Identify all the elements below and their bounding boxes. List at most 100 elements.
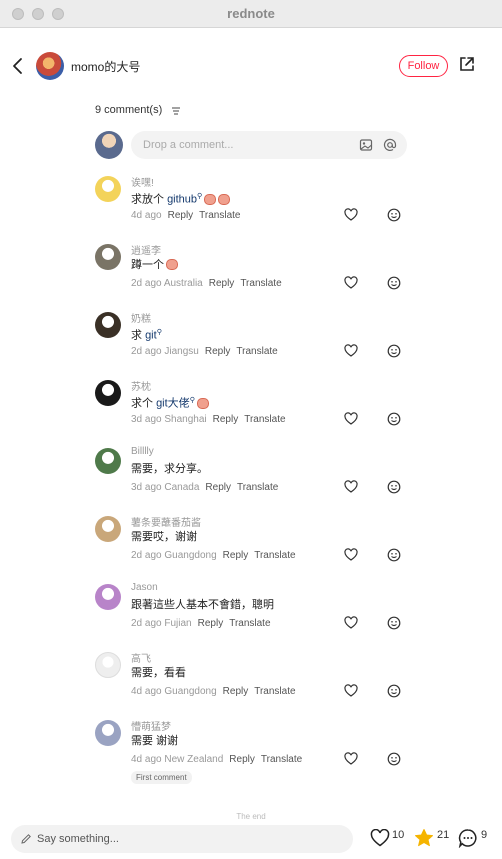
commenter-name[interactable]: 诶嘿! [131,174,154,189]
comment-meta: 2d ago Fujian Reply Translate [131,618,271,629]
commenter-avatar[interactable] [95,380,121,406]
comment-location: Jiangsu [164,346,199,357]
commenter-name[interactable]: Jason [131,582,158,593]
commenter-avatar[interactable] [95,584,121,610]
reaction-face-icon[interactable] [387,276,401,290]
comment-box[interactable] [131,131,407,159]
heart-icon[interactable] [344,616,358,629]
translate-button[interactable]: Translate [199,210,240,221]
author-name[interactable]: momo的大号 [71,58,140,75]
commenter-avatar[interactable] [95,448,121,474]
heart-icon[interactable] [344,548,358,561]
comment-input[interactable] [143,131,343,159]
heart-icon[interactable] [344,344,358,357]
heart-icon[interactable] [344,684,358,697]
commenter-avatar[interactable] [95,720,121,746]
say-box[interactable] [11,825,353,853]
translate-button[interactable]: Translate [244,414,285,425]
comment-text: 蹲一个 [131,258,178,272]
commenter-avatar[interactable] [95,652,121,678]
commenter-avatar[interactable] [95,176,121,202]
translate-button[interactable]: Translate [237,482,278,493]
reply-button[interactable]: Reply [205,346,231,357]
reaction-face-icon[interactable] [387,752,401,766]
comment-age: 2d ago [131,278,162,289]
commenter-name[interactable]: 懵萌猛梦 [131,718,171,733]
comment-meta: 4d ago New Zealand Reply Translate [131,754,302,765]
comment-location: New Zealand [164,754,224,765]
say-input[interactable] [37,825,337,853]
commenter-name[interactable]: 奶糕 [131,310,151,325]
translate-button[interactable]: Translate [254,550,295,561]
window-title: rednote [227,6,275,21]
heart-icon[interactable] [344,480,358,493]
translate-button[interactable]: Translate [229,618,270,629]
comment-count: 9 comment(s) [95,104,163,116]
reply-button[interactable]: Reply [209,278,235,289]
translate-button[interactable]: Translate [236,346,277,357]
heart-icon[interactable] [344,752,358,765]
back-icon[interactable] [10,56,28,76]
comment-text: 求个 git大佬⚲ [131,394,209,411]
reaction-face-icon[interactable] [387,208,401,222]
reaction-face-icon[interactable] [387,616,401,630]
reaction-face-icon[interactable] [387,412,401,426]
comment-age: 3d ago [131,482,162,493]
translate-button[interactable]: Translate [261,754,302,765]
window-titlebar: rednote [0,0,502,28]
comment-link[interactable]: github [167,194,197,206]
emoji-sticker-icon [196,397,209,409]
author-avatar[interactable] [36,52,64,80]
star-icon[interactable] [414,828,434,848]
reply-button[interactable]: Reply [168,210,194,221]
reply-button[interactable]: Reply [223,686,249,697]
commenter-name[interactable]: 逍遥李 [131,242,161,257]
commenter-avatar[interactable] [95,244,121,270]
comment-text-part: 求 [131,329,146,342]
reaction-face-icon[interactable] [387,480,401,494]
comment-item: 薯条要蘸番茄酱 需要哎，谢谢 2d ago Guangdong Reply Transl… [95,514,415,574]
comment-item: Billlly 需要，求分享。 3d ago Canada Reply Translat… [95,446,415,506]
heart-icon[interactable] [344,412,358,425]
comment-location: Fujian [164,618,192,629]
emoji-sticker-icon [204,193,217,205]
image-icon[interactable] [359,138,373,152]
commenter-avatar[interactable] [95,312,121,338]
comment-item: 高飞 需要，看看 4d ago Guangdong Reply Translate [95,650,415,710]
comment-meta: 4d ago Guangdong Reply Translate [131,686,296,697]
comment-age: 4d ago [131,754,162,765]
comment-item: 奶糕求 git⚲ 2d ago Jiangsu Reply Translate [95,310,415,370]
commenter-name[interactable]: 苏枕 [131,378,151,393]
translate-button[interactable]: Translate [254,686,295,697]
comment-age: 4d ago [131,686,162,697]
comment-link[interactable]: git [145,330,157,342]
commenter-avatar[interactable] [95,516,121,542]
reply-button[interactable]: Reply [205,482,231,493]
at-icon[interactable] [383,138,397,152]
reply-button[interactable]: Reply [223,550,249,561]
reaction-face-icon[interactable] [387,344,401,358]
sort-icon[interactable] [171,106,181,116]
comment-text-part: 需要，看看 [131,667,186,679]
comment-item: 逍遥李 蹲一个 2d ago Australia Reply Translate [95,242,415,302]
follow-button[interactable]: Follow [399,55,448,77]
comment-meta: 3d ago Shanghai Reply Translate [131,414,286,425]
commenter-name[interactable]: 高飞 [131,650,151,665]
commenter-name[interactable]: 薯条要蘸番茄酱 [131,514,201,529]
commenter-name[interactable]: Billlly [131,446,154,457]
share-icon[interactable] [458,55,476,73]
comment-item: 苏枕 求个 git大佬⚲ 3d ago Shanghai Reply Translate [95,378,415,438]
comment-age: 2d ago [131,618,162,629]
translate-button[interactable]: Translate [240,278,281,289]
chat-icon[interactable] [458,828,478,848]
comment-meta: 2d ago Australia Reply Translate [131,278,282,289]
reply-button[interactable]: Reply [198,618,224,629]
heart-icon[interactable] [344,276,358,289]
reply-button[interactable]: Reply [229,754,255,765]
heart-icon[interactable] [344,208,358,221]
reply-button[interactable]: Reply [213,414,239,425]
reaction-face-icon[interactable] [387,684,401,698]
heart-icon[interactable] [370,829,390,847]
comment-link[interactable]: git大佬 [156,398,190,410]
reaction-face-icon[interactable] [387,548,401,562]
